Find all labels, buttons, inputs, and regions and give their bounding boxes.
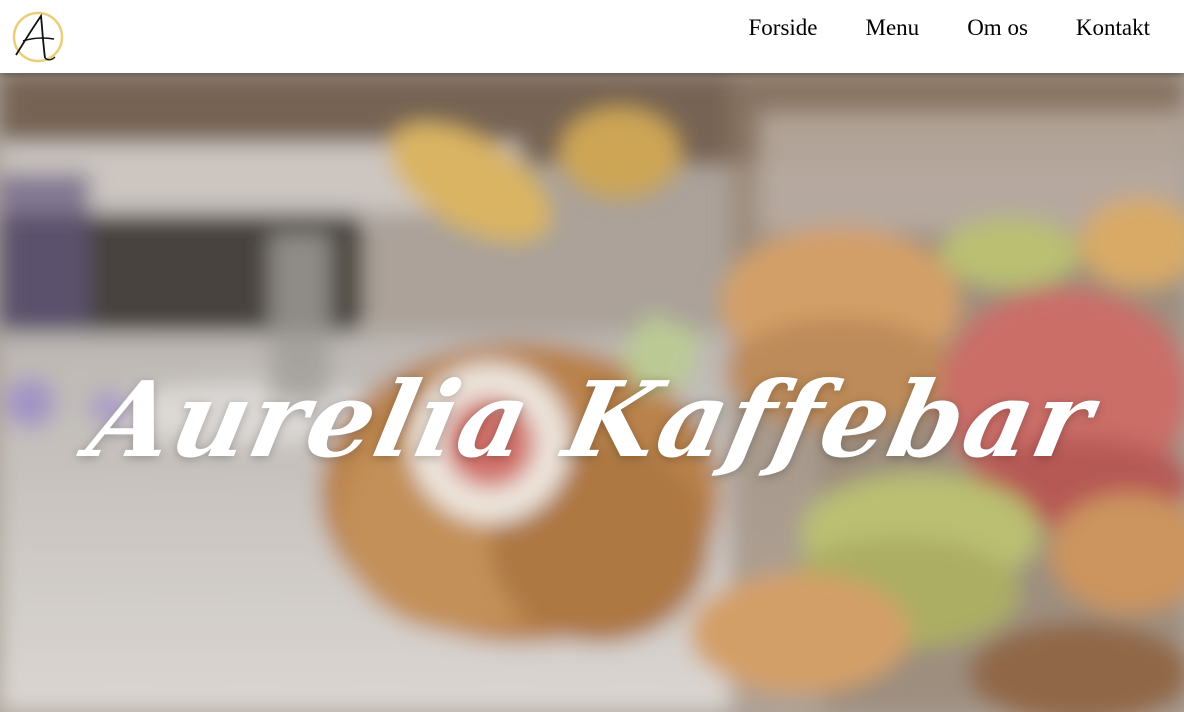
nav-link-kontakt[interactable]: Kontakt <box>1076 15 1150 41</box>
home-logo-link[interactable]: A <box>8 8 66 66</box>
aurelia-logo-icon: A <box>12 11 64 63</box>
nav-link-om-os[interactable]: Om os <box>967 15 1028 41</box>
nav-link-forside[interactable]: Forside <box>749 15 818 41</box>
hero-title: Aurelia Kaffebar <box>78 358 1106 481</box>
top-navbar: A Forside Menu Om os Kontakt <box>0 0 1184 73</box>
hero-section: Aurelia Kaffebar <box>0 73 1184 712</box>
main-navigation: Forside Menu Om os Kontakt <box>749 0 1150 56</box>
nav-link-menu[interactable]: Menu <box>866 15 920 41</box>
